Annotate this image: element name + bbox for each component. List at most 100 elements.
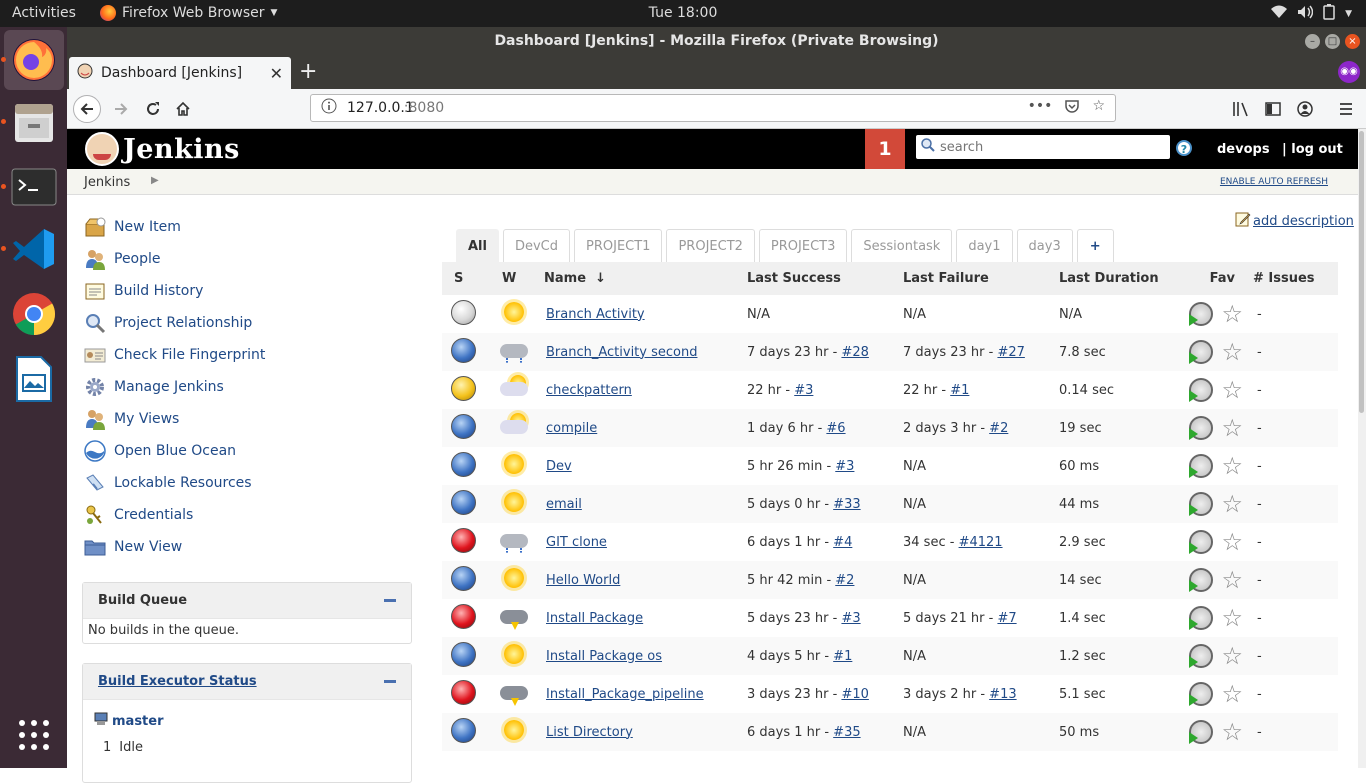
view-tab-day1[interactable]: day1 [956, 229, 1013, 262]
favorite-star-icon[interactable]: ☆ [1221, 604, 1243, 632]
col-status[interactable]: S [442, 262, 490, 295]
task-my-views[interactable]: My Views [84, 403, 404, 435]
sidebar-button[interactable] [1259, 95, 1287, 123]
schedule-build-icon[interactable] [1189, 644, 1214, 668]
col-last-success[interactable]: Last Success [741, 262, 897, 295]
last-failure-build-link[interactable]: #7 [997, 611, 1016, 626]
schedule-build-icon[interactable] [1189, 378, 1214, 402]
logout-link[interactable]: | log out [1282, 142, 1343, 157]
rain-cloud-icon[interactable] [498, 336, 530, 364]
last-success-build-link[interactable]: #2 [835, 573, 854, 588]
partly-cloudy-icon[interactable] [498, 412, 530, 440]
dock-terminal[interactable] [4, 157, 64, 217]
task-credentials[interactable]: Credentials [84, 499, 404, 531]
new-tab-button[interactable]: + [299, 59, 317, 84]
job-name-link[interactable]: compile [546, 421, 597, 436]
last-success-build-link[interactable]: #10 [841, 687, 868, 702]
app-menu[interactable]: Firefox Web Browser ▼ [100, 5, 277, 21]
favorite-star-icon[interactable]: ☆ [1221, 718, 1243, 746]
schedule-build-icon[interactable] [1189, 720, 1214, 744]
notification-badge[interactable]: 1 [865, 129, 905, 169]
maximize-button[interactable]: □ [1325, 34, 1340, 49]
favorite-star-icon[interactable]: ☆ [1221, 566, 1243, 594]
status-blue-ball-icon[interactable] [451, 489, 476, 515]
executor-node[interactable]: master [94, 712, 406, 730]
search-input[interactable] [940, 139, 1160, 155]
breadcrumb-jenkins[interactable]: Jenkins [84, 175, 130, 190]
dock-vscode[interactable] [4, 219, 64, 279]
view-tab-project1[interactable]: PROJECT1 [574, 229, 663, 262]
last-success-build-link[interactable]: #3 [835, 459, 854, 474]
last-success-build-link[interactable]: #35 [833, 725, 860, 740]
task-new-view[interactable]: New View [84, 531, 404, 563]
task-new-item[interactable]: New Item [84, 211, 404, 243]
schedule-build-icon[interactable] [1189, 302, 1214, 326]
col-last-duration[interactable]: Last Duration [1053, 262, 1167, 295]
page-actions-icon[interactable]: ••• [1028, 98, 1053, 118]
sunny-icon[interactable] [498, 488, 530, 516]
dock-firefox[interactable] [4, 30, 64, 90]
job-name-link[interactable]: GIT clone [546, 535, 607, 550]
task-build-history[interactable]: Build History [84, 275, 404, 307]
schedule-build-icon[interactable] [1189, 606, 1214, 630]
close-window-button[interactable]: × [1345, 34, 1360, 49]
favorite-star-icon[interactable]: ☆ [1221, 338, 1243, 366]
schedule-build-icon[interactable] [1189, 340, 1214, 364]
status-blue-ball-icon[interactable] [451, 641, 476, 667]
task-manage-jenkins[interactable]: Manage Jenkins [84, 371, 404, 403]
breadcrumb-arrow-icon[interactable]: ▶ [151, 175, 159, 186]
sunny-icon[interactable] [498, 564, 530, 592]
favorite-star-icon[interactable]: ☆ [1221, 300, 1243, 328]
search-box[interactable] [916, 135, 1170, 159]
last-failure-build-link[interactable]: #1 [950, 383, 969, 398]
minimize-button[interactable]: – [1305, 34, 1320, 49]
scrollbar-thumb[interactable] [1359, 131, 1364, 413]
task-check-file-fingerprint[interactable]: Check File Fingerprint [84, 339, 404, 371]
task-open-blue-ocean[interactable]: Open Blue Ocean [84, 435, 404, 467]
view-tab-project3[interactable]: PROJECT3 [758, 229, 848, 262]
job-name-link[interactable]: Install Package os [546, 649, 662, 664]
bookmark-star-icon[interactable]: ☆ [1092, 98, 1105, 118]
pocket-icon[interactable] [1064, 98, 1080, 118]
status-red-ball-icon[interactable] [451, 679, 476, 705]
status-yellow-ball-icon[interactable] [451, 375, 476, 401]
enable-auto-refresh-link[interactable]: ENABLE AUTO REFRESH [1220, 177, 1328, 187]
status-red-ball-icon[interactable] [451, 603, 476, 629]
schedule-build-icon[interactable] [1189, 454, 1214, 478]
col-weather[interactable]: W [490, 262, 540, 295]
add-view-tab[interactable]: + [1076, 229, 1114, 262]
favorite-star-icon[interactable]: ☆ [1221, 414, 1243, 442]
sunny-icon[interactable] [498, 640, 530, 668]
job-name-link[interactable]: Branch Activity [546, 307, 645, 322]
job-name-link[interactable]: checkpattern [546, 383, 632, 398]
favorite-star-icon[interactable]: ☆ [1221, 376, 1243, 404]
forward-button[interactable] [107, 95, 135, 123]
status-blue-ball-icon[interactable] [451, 717, 476, 743]
collapse-icon[interactable] [384, 599, 396, 602]
last-failure-build-link[interactable]: #27 [997, 345, 1024, 360]
tab-dashboard[interactable]: Dashboard [Jenkins] ✕ [69, 57, 291, 89]
last-failure-build-link[interactable]: #4121 [959, 535, 1003, 550]
dock-chrome[interactable] [4, 284, 64, 344]
partly-cloudy-icon[interactable] [498, 374, 530, 402]
last-success-build-link[interactable]: #33 [833, 497, 860, 512]
favorite-star-icon[interactable]: ☆ [1221, 490, 1243, 518]
user-link[interactable]: devops [1217, 142, 1270, 157]
last-success-build-link[interactable]: #3 [794, 383, 813, 398]
status-grey-ball-icon[interactable] [451, 299, 476, 325]
show-apps-button[interactable] [4, 705, 64, 765]
task-people[interactable]: People [84, 243, 404, 275]
task-project-relationship[interactable]: Project Relationship [84, 307, 404, 339]
system-tray[interactable]: ▼ [1271, 4, 1352, 24]
job-name-link[interactable]: Branch_Activity second [546, 345, 697, 360]
col-last-failure[interactable]: Last Failure [897, 262, 1053, 295]
back-button[interactable] [73, 95, 101, 123]
reload-button[interactable] [139, 95, 167, 123]
col-name[interactable]: Name ↓ [540, 262, 741, 295]
sunny-icon[interactable] [498, 716, 530, 744]
home-button[interactable] [169, 95, 197, 123]
last-failure-build-link[interactable]: #13 [989, 687, 1016, 702]
favorite-star-icon[interactable]: ☆ [1221, 452, 1243, 480]
job-name-link[interactable]: Install Package [546, 611, 643, 626]
schedule-build-icon[interactable] [1189, 530, 1214, 554]
